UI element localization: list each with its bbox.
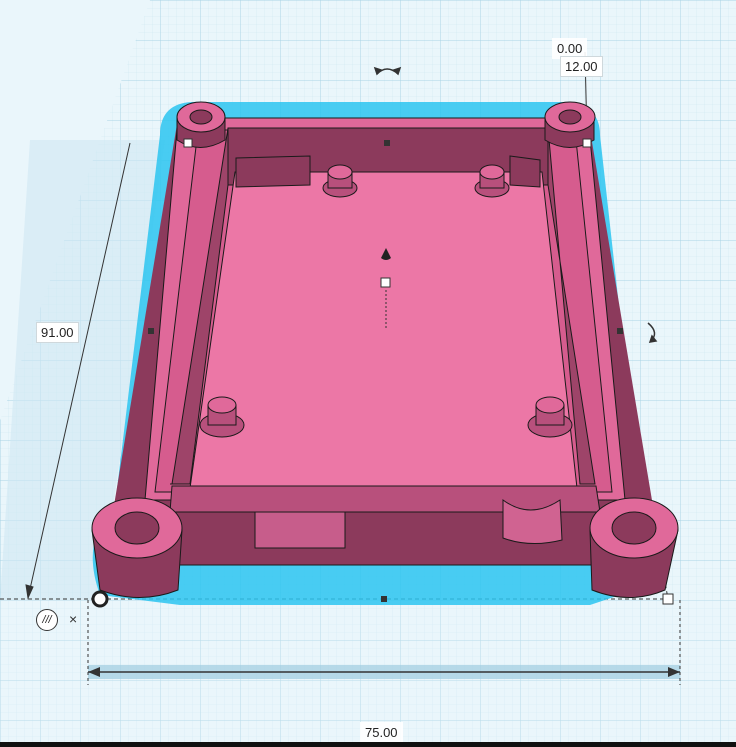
close-icon[interactable]: ×	[69, 611, 77, 627]
length-input[interactable]: 91.00	[36, 322, 79, 343]
height-input[interactable]: 12.00	[560, 56, 603, 77]
width-input[interactable]: 75.00	[360, 722, 403, 743]
snap-grid-icon[interactable]: ///	[36, 609, 58, 631]
enclosure-shape[interactable]	[91, 101, 679, 605]
workplane-grid[interactable]	[0, 0, 736, 747]
snap-glyph: ///	[42, 614, 52, 626]
bottom-bar	[0, 742, 736, 747]
